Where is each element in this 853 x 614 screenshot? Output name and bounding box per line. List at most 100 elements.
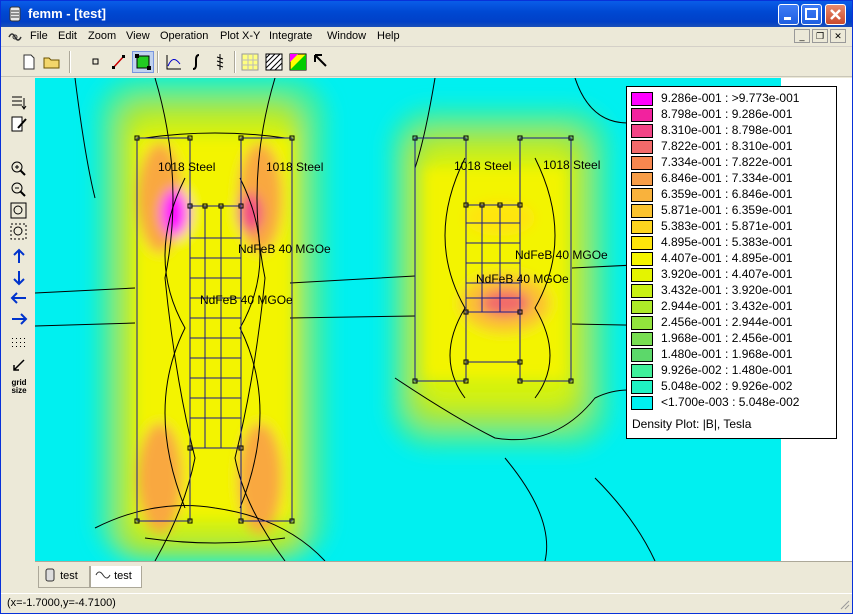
legend-swatch [631,364,653,378]
femm-app-icon [9,6,21,22]
label-ndfeb-3: NdFeB 40 MGOe [515,248,608,262]
legend-entry: 1.480e-001 : 1.968e-001 [631,347,831,363]
menu-operation[interactable]: Operation [160,30,208,42]
label-steel-1: 1018 Steel [158,160,215,174]
menu-window[interactable]: Window [327,30,366,42]
show-mesh-button[interactable] [239,51,261,73]
mdi-close-button[interactable]: ✕ [830,29,846,43]
xy-plot-icon [166,55,181,70]
close-icon [830,9,841,20]
zoom-in-button[interactable] [8,158,30,179]
line-integral-button[interactable] [186,51,208,73]
legend-entry: 7.822e-001 : 8.310e-001 [631,139,831,155]
tab-test-preprocessor[interactable]: test [38,566,90,588]
close-button[interactable] [825,4,846,25]
menu-edit[interactable]: Edit [58,30,77,42]
mdi-minimize-button[interactable]: _ [794,29,810,43]
block-integral-button[interactable] [209,51,231,73]
open-file-button[interactable] [41,51,63,73]
density-plot-button[interactable] [263,51,285,73]
tab-label: test [114,570,132,582]
snap-grid-button[interactable] [8,356,30,377]
legend-swatch [631,284,653,298]
list-button[interactable] [8,92,30,113]
grid-size-label: grid size [11,378,27,395]
area-mode-button[interactable] [132,51,154,73]
legend-entry: 6.359e-001 : 6.846e-001 [631,187,831,203]
legend-entry: 3.432e-001 : 3.920e-001 [631,283,831,299]
pan-left-button[interactable] [8,288,30,309]
zoom-window-icon [10,223,27,240]
zoom-out-button[interactable] [8,179,30,200]
coil-icon [216,54,224,70]
menu-help[interactable]: Help [377,30,400,42]
coordinate-readout: (x=-1.7000,y=-4.7100) [7,597,116,609]
plot-xy-button[interactable] [163,51,185,73]
show-grid-button[interactable] [8,334,30,355]
main-toolbar [1,47,852,77]
menu-zoom[interactable]: Zoom [88,30,116,42]
pan-down-button[interactable] [8,267,30,288]
new-file-button[interactable] [18,51,40,73]
femm-window: femm - [test] File Edit Zoom View Operat… [0,0,853,614]
legend-entry: <1.700e-003 : 5.048e-002 [631,395,831,411]
legend-swatch [631,300,653,314]
pan-up-button[interactable] [8,246,30,267]
label-steel-4: 1018 Steel [543,158,600,172]
legend-entry: 4.407e-001 : 4.895e-001 [631,251,831,267]
legend-entry: 4.895e-001 : 5.383e-001 [631,235,831,251]
vector-plot-button[interactable] [287,51,309,73]
legend-range-label: 6.359e-001 : 6.846e-001 [661,187,793,201]
legend-range-label: <1.700e-003 : 5.048e-002 [661,395,800,409]
area-select-icon [135,54,151,70]
contour-mode-button[interactable] [108,51,130,73]
mdi-controls: _ ❐ ✕ [792,29,846,45]
menu-view[interactable]: View [126,30,150,42]
legend-range-label: 5.383e-001 : 5.871e-001 [661,219,793,233]
tab-test-postprocessor[interactable]: test [90,566,142,588]
legend-entry: 2.456e-001 : 2.944e-001 [631,315,831,331]
menu-integrate[interactable]: Integrate [269,30,312,42]
menu-bar: File Edit Zoom View Operation Plot X-Y I… [1,27,852,47]
menu-plot-xy[interactable]: Plot X-Y [220,30,260,42]
legend-swatch [631,236,653,250]
legend-range-label: 8.310e-001 : 8.798e-001 [661,123,793,137]
select-arrow-button[interactable] [310,51,332,73]
toolbar-separator [69,51,71,73]
legend-range-label: 4.407e-001 : 4.895e-001 [661,251,793,265]
mdi-restore-button[interactable]: ❐ [812,29,828,43]
grid-size-button[interactable]: grid size [8,377,30,398]
window-title: femm - [test] [28,6,107,21]
legend-swatch [631,156,653,170]
zoom-in-icon [11,161,26,176]
legend-entry: 7.334e-001 : 7.822e-001 [631,155,831,171]
legend-range-label: 5.871e-001 : 6.359e-001 [661,203,793,217]
menu-file[interactable]: File [30,30,48,42]
legend-swatch [631,220,653,234]
edit-props-button[interactable] [8,114,30,135]
point-mode-button[interactable] [85,51,107,73]
legend-entry: 8.310e-001 : 8.798e-001 [631,123,831,139]
mesh-icon [241,53,259,71]
resize-grip-icon[interactable] [838,598,850,610]
legend-swatch [631,172,653,186]
left-toolbar: grid size [1,78,35,593]
legend-swatch [631,332,653,346]
legend-swatch [631,188,653,202]
grid-icon [12,338,25,347]
legend-range-label: 7.334e-001 : 7.822e-001 [661,155,793,169]
legend-entry: 5.048e-002 : 9.926e-002 [631,379,831,395]
title-bar[interactable]: femm - [test] [1,1,852,27]
legend-entry: 1.968e-001 : 2.456e-001 [631,331,831,347]
zoom-window-button[interactable] [8,221,30,242]
zoom-natural-button[interactable] [8,200,30,221]
legend-swatch [631,108,653,122]
legend-range-label: 3.920e-001 : 4.407e-001 [661,267,793,281]
pan-right-button[interactable] [8,309,30,330]
legend-title: Density Plot: |B|, Tesla [632,417,752,431]
legend-entry: 5.871e-001 : 6.359e-001 [631,203,831,219]
maximize-button[interactable] [801,4,822,25]
minimize-button[interactable] [778,4,799,25]
arrow-down-icon [13,271,25,286]
maximize-icon [805,8,818,20]
